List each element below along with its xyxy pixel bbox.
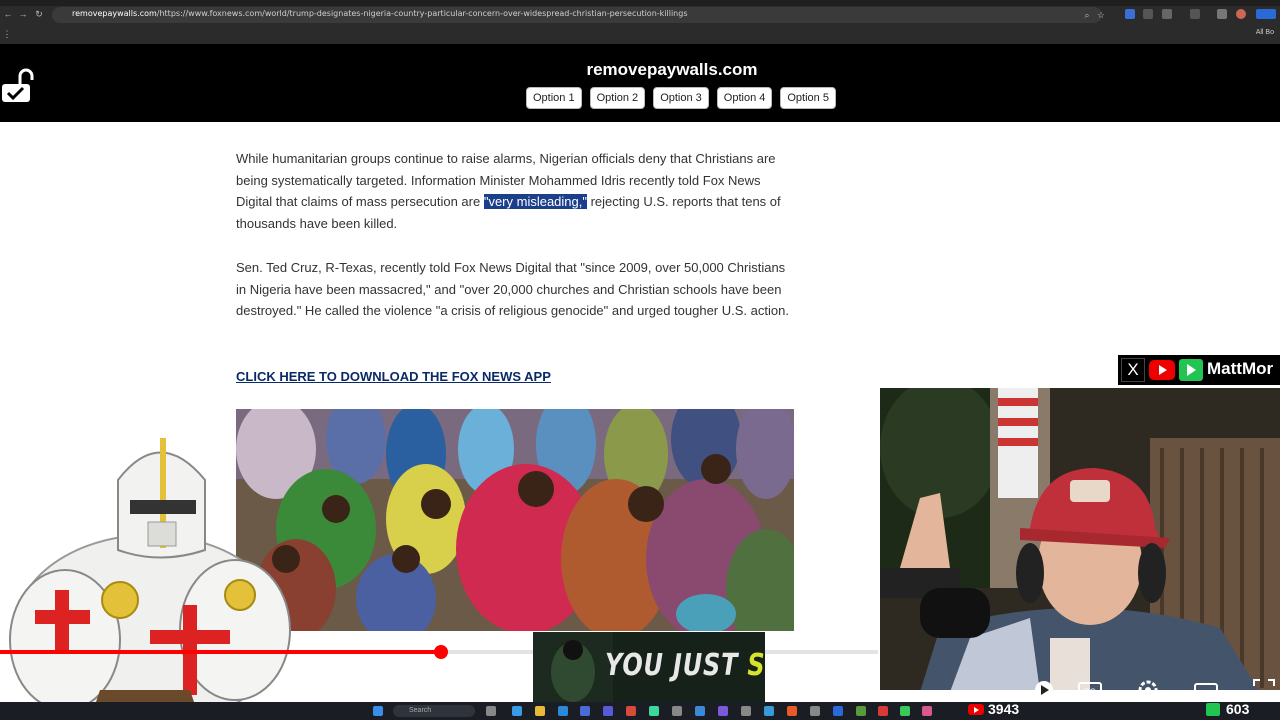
apps-icon[interactable]: ⋮: [2, 29, 12, 39]
soldier-silhouette-icon: [533, 632, 613, 702]
taskbar-search[interactable]: Search: [393, 705, 475, 717]
app-icon[interactable]: [672, 706, 682, 716]
app-icon[interactable]: [922, 706, 932, 716]
bookmark-star-icon[interactable]: ☆: [1096, 10, 1106, 20]
rumble-icon: [1179, 359, 1203, 381]
paywall-remover-bar: removepaywalls.com Option 1 Option 2 Opt…: [0, 44, 1280, 122]
windows-taskbar: Search: [0, 702, 1280, 720]
app-icon[interactable]: [695, 706, 705, 716]
svg-text:CC: CC: [1083, 688, 1096, 698]
forward-icon[interactable]: →: [18, 9, 28, 19]
app-icon[interactable]: [718, 706, 728, 716]
app-icon[interactable]: [900, 706, 910, 716]
app-icon[interactable]: [626, 706, 636, 716]
article-photo: [236, 409, 794, 631]
edge-icon[interactable]: [558, 706, 568, 716]
task-view-icon[interactable]: [486, 706, 496, 716]
article-paragraph: While humanitarian groups continue to ra…: [236, 151, 781, 232]
back-icon[interactable]: ←: [3, 9, 13, 19]
rumble-icon: [1206, 703, 1220, 716]
option-1-button[interactable]: Option 1: [526, 87, 582, 109]
reload-icon[interactable]: ↻: [34, 9, 44, 19]
rumble-viewer-count: 603: [1206, 700, 1249, 718]
highlighted-quote[interactable]: "very misleading,": [483, 194, 587, 210]
windows-start-icon[interactable]: [373, 706, 383, 716]
app-icon[interactable]: [810, 706, 820, 716]
address-bar[interactable]: removepaywalls.com/https://www.foxnews.c…: [52, 7, 1105, 23]
streamer-image: [880, 388, 1280, 690]
app-icon[interactable]: [764, 706, 774, 716]
fullscreen-icon[interactable]: [1250, 676, 1278, 704]
url-text: removepaywalls.com/https://www.foxnews.c…: [72, 9, 688, 18]
download-icon[interactable]: [1217, 9, 1227, 19]
download-app-link[interactable]: CLICK HERE TO DOWNLOAD THE FOX NEWS APP: [236, 366, 551, 388]
all-bookmarks-link[interactable]: All Bo: [1256, 29, 1274, 36]
option-3-button[interactable]: Option 3: [653, 87, 709, 109]
bookmarks-bar: ⋮ All Bo: [0, 26, 1280, 44]
file-explorer-icon[interactable]: [535, 706, 545, 716]
knight-mascot-image: [9, 438, 291, 720]
settings-gear-icon[interactable]: [1134, 676, 1162, 704]
app-icon[interactable]: [580, 706, 590, 716]
video-progress-fill: [0, 650, 441, 654]
youtube-viewer-count: 3943: [968, 700, 1019, 718]
screen: ← → ↻ removepaywalls.com/https://www.fox…: [0, 0, 1280, 720]
app-icon[interactable]: [833, 706, 843, 716]
promo-text: YOU JUST SC: [605, 648, 765, 683]
extension-icon[interactable]: [1143, 9, 1153, 19]
option-2-button[interactable]: Option 2: [589, 87, 646, 109]
zoom-icon[interactable]: ⌕: [1082, 10, 1092, 20]
option-5-button[interactable]: Option 5: [780, 87, 836, 109]
app-icon[interactable]: [741, 706, 751, 716]
video-scrubber-handle[interactable]: [433, 645, 448, 659]
browser-chrome: ← → ↻ removepaywalls.com/https://www.fox…: [0, 0, 1280, 44]
app-icon[interactable]: [856, 706, 866, 716]
streamer-handle: MattMor: [1207, 359, 1274, 378]
video-thumbnail-promo[interactable]: YOU JUST SC: [533, 632, 765, 702]
youtube-icon: [1149, 360, 1175, 380]
extensions-puzzle-icon[interactable]: [1162, 9, 1172, 19]
chrome-icon[interactable]: [787, 706, 797, 716]
social-handle-banner: X MattMor: [1118, 355, 1280, 385]
app-icon[interactable]: [878, 706, 888, 716]
app-icon[interactable]: [649, 706, 659, 716]
sidebar-icon[interactable]: [1190, 9, 1200, 19]
update-button[interactable]: [1256, 9, 1276, 19]
x-icon: X: [1121, 358, 1145, 382]
play-icon[interactable]: [1030, 676, 1058, 704]
article-paragraph: Sen. Ted Cruz, R-Texas, recently told Fo…: [236, 260, 789, 319]
option-buttons: Option 1 Option 2 Option 3 Option 4 Opti…: [526, 87, 836, 109]
captions-icon[interactable]: CC: [1076, 676, 1104, 704]
app-icon[interactable]: [512, 706, 522, 716]
app-icon[interactable]: [603, 706, 613, 716]
tab-strip: [0, 0, 1280, 6]
crowd-photo-image: [236, 409, 794, 631]
youtube-icon: [968, 704, 984, 715]
extension-icon[interactable]: [1125, 9, 1135, 19]
option-4-button[interactable]: Option 4: [716, 87, 773, 109]
site-title: removepaywalls.com: [586, 60, 758, 79]
webcam-feed: [878, 386, 1280, 690]
profile-avatar[interactable]: [1236, 9, 1246, 19]
